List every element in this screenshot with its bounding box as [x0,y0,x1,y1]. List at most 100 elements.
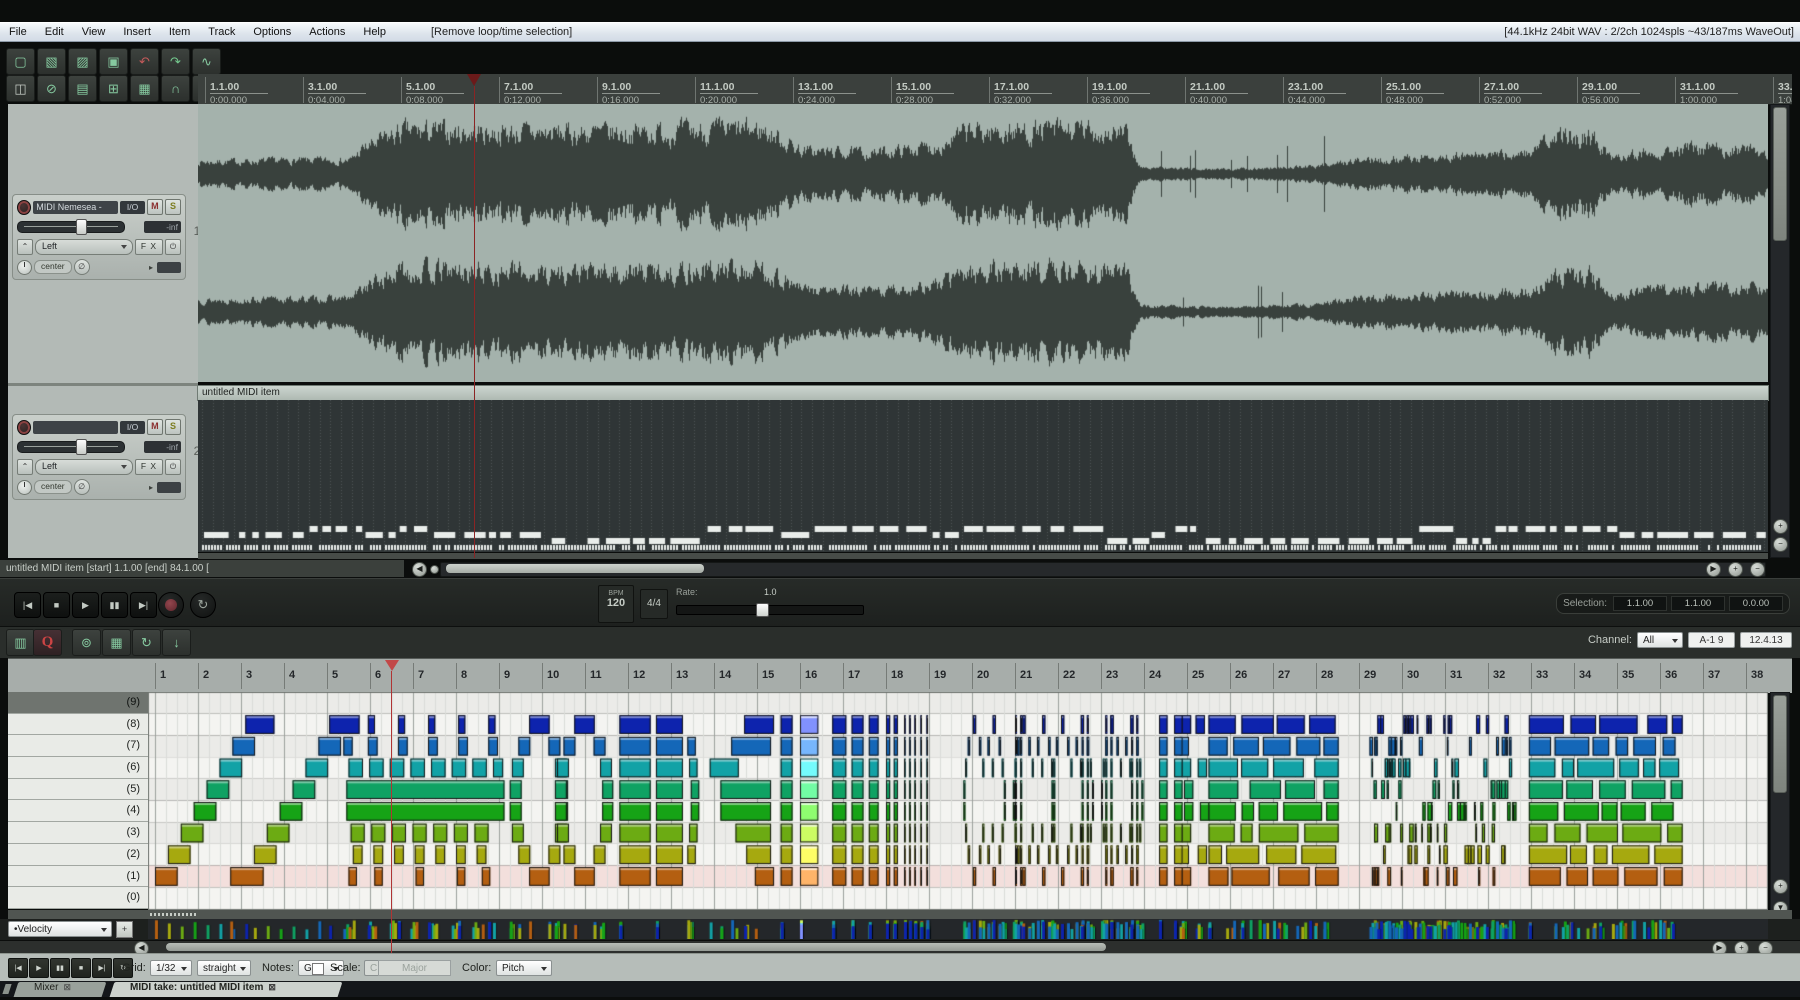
monitor-icon[interactable]: ▸ [149,483,153,492]
pan-mode-select[interactable]: Left [35,239,133,255]
key-row-1[interactable]: (1) [8,866,148,888]
go-to-end-button[interactable]: ▶| [130,592,157,618]
io-button[interactable]: I/O [120,201,144,214]
midi-hscroll-thumb[interactable] [166,943,1106,951]
quantize-button[interactable]: Q [33,629,62,656]
pan-knob[interactable] [17,480,32,495]
hzoom-out-icon[interactable]: − [1750,562,1765,577]
menu-actions[interactable]: Actions [300,26,354,38]
rate-slider[interactable] [676,605,864,615]
grid-toggle-button[interactable]: ▦ [130,75,159,102]
mute-button[interactable]: M [147,419,163,435]
cc-lane-select[interactable]: •Velocity [8,921,112,937]
pan-mode-select[interactable]: Left [35,459,133,475]
phase-button[interactable]: ∅ [74,479,90,495]
menu-view[interactable]: View [73,26,115,38]
midi-go-to-start-button[interactable]: |◀ [8,958,28,978]
key-row-7[interactable]: (7) [8,735,148,757]
midi-vscroll-thumb[interactable] [1773,695,1787,793]
midi-item-body[interactable] [198,400,1768,552]
new-project-button[interactable]: ▢ [6,48,35,75]
key-row-0[interactable]: (0) [8,887,148,909]
midi-stop-button[interactable]: ■ [71,958,91,978]
input-monitor-chip[interactable] [157,482,181,493]
key-row-5[interactable]: (5) [8,779,148,801]
tab-midi-take-label[interactable]: MIDI take: untitled MIDI item⊠ [130,982,276,993]
menu-track[interactable]: Track [199,26,244,38]
rate-slider-handle[interactable] [756,603,769,617]
solo-button[interactable]: S [165,419,181,435]
record-arm-button[interactable] [17,420,31,435]
close-icon[interactable]: ⊠ [63,982,71,992]
volume-slider[interactable] [17,221,125,233]
volume-slider-handle[interactable] [76,439,87,455]
record-button[interactable] [158,592,184,618]
redo-button[interactable]: ↷ [161,48,190,75]
key-row-2[interactable]: (2) [8,844,148,866]
fx-bypass-button[interactable]: ⏻ [165,459,181,475]
selection-length[interactable]: 0.0.00 [1729,596,1783,611]
metronome-button[interactable]: ∿ [192,48,221,75]
menu-help[interactable]: Help [354,26,395,38]
midi-vertical-scrollbar[interactable]: + ▼ − [1770,692,1790,940]
phase-button[interactable]: ∅ [74,259,90,275]
loop-points-button[interactable]: ∩ [161,75,190,102]
menu-file[interactable]: File [0,26,36,38]
volume-slider-handle[interactable] [76,219,87,235]
key-row-8[interactable]: (8) [8,714,148,736]
tab-mixer-label[interactable]: Mixer⊠ [34,982,71,993]
note-properties-button[interactable]: ⊚ [72,629,101,656]
channel-select[interactable]: All [1637,632,1683,648]
arrange-vertical-scrollbar[interactable]: + − [1770,104,1790,558]
scale-snap-checkbox[interactable] [312,963,324,975]
play-button[interactable]: ▶ [72,592,99,618]
key-row-6[interactable]: (6) [8,757,148,779]
track-name[interactable] [33,421,118,434]
scroll-left-icon[interactable]: ◀ [412,562,427,577]
scale-type-select[interactable]: Major [378,960,451,976]
envelope-mode-button[interactable]: ⊞ [99,75,128,102]
midi-play-button[interactable]: ▶ [29,958,49,978]
arrange-timeline-ruler[interactable]: 1.1.000:00.0003.1.000:04.0005.1.000:08.0… [198,74,1792,105]
loop-source-button[interactable]: ↻ [132,629,161,656]
go-to-start-button[interactable]: |◀ [14,592,41,618]
io-button[interactable]: I/O [120,421,144,434]
project-info-button[interactable]: ▣ [99,48,128,75]
bpm-box[interactable]: BPM 120 [598,585,634,623]
volume-slider[interactable] [17,441,125,453]
key-row-4[interactable]: (4) [8,800,148,822]
menu-item[interactable]: Item [160,26,199,38]
arrange-hscroll-thumb[interactable] [446,564,704,573]
note-color-mode-select[interactable]: Pitch [496,960,552,976]
track-name[interactable]: MIDI Nemesea - [33,201,118,214]
ripple-edit-button[interactable]: ▤ [68,75,97,102]
scroll-right-icon[interactable]: ▶ [1706,562,1721,577]
lane-divider[interactable] [8,910,1792,919]
open-project-button[interactable]: ▧ [37,48,66,75]
collapse-button[interactable]: ⌃ [17,459,33,475]
key-row-3[interactable]: (3) [8,822,148,844]
close-icon[interactable]: ⊠ [268,982,276,992]
scroll-knob-icon[interactable] [430,565,439,574]
piano-view-button[interactable]: ▥ [6,629,35,656]
menu-options[interactable]: Options [244,26,300,38]
monitor-icon[interactable]: ▸ [149,263,153,272]
mute-button[interactable]: M [147,199,163,215]
dock-editor-button[interactable]: ↓ [162,629,191,656]
pan-knob[interactable] [17,260,32,275]
key-row-9[interactable]: (9) [8,692,148,714]
zoom-in-icon[interactable]: + [1773,519,1788,534]
collapse-button[interactable]: ⌃ [17,239,33,255]
stop-button[interactable]: ■ [43,592,70,618]
selection-start[interactable]: 1.1.00 [1613,596,1667,611]
arrange-vscroll-thumb[interactable] [1773,107,1787,241]
input-monitor-chip[interactable] [157,262,181,273]
undo-button[interactable]: ↶ [130,48,159,75]
audio-item-waveform[interactable] [198,104,1768,382]
midi-playhead-marker[interactable] [385,660,399,671]
midi-pause-button[interactable]: ▮▮ [50,958,70,978]
arrange-playhead-marker[interactable] [467,74,481,86]
menu-edit[interactable]: Edit [36,26,73,38]
menu-insert[interactable]: Insert [114,26,160,38]
midi-zoom-in-icon[interactable]: + [1773,879,1788,894]
